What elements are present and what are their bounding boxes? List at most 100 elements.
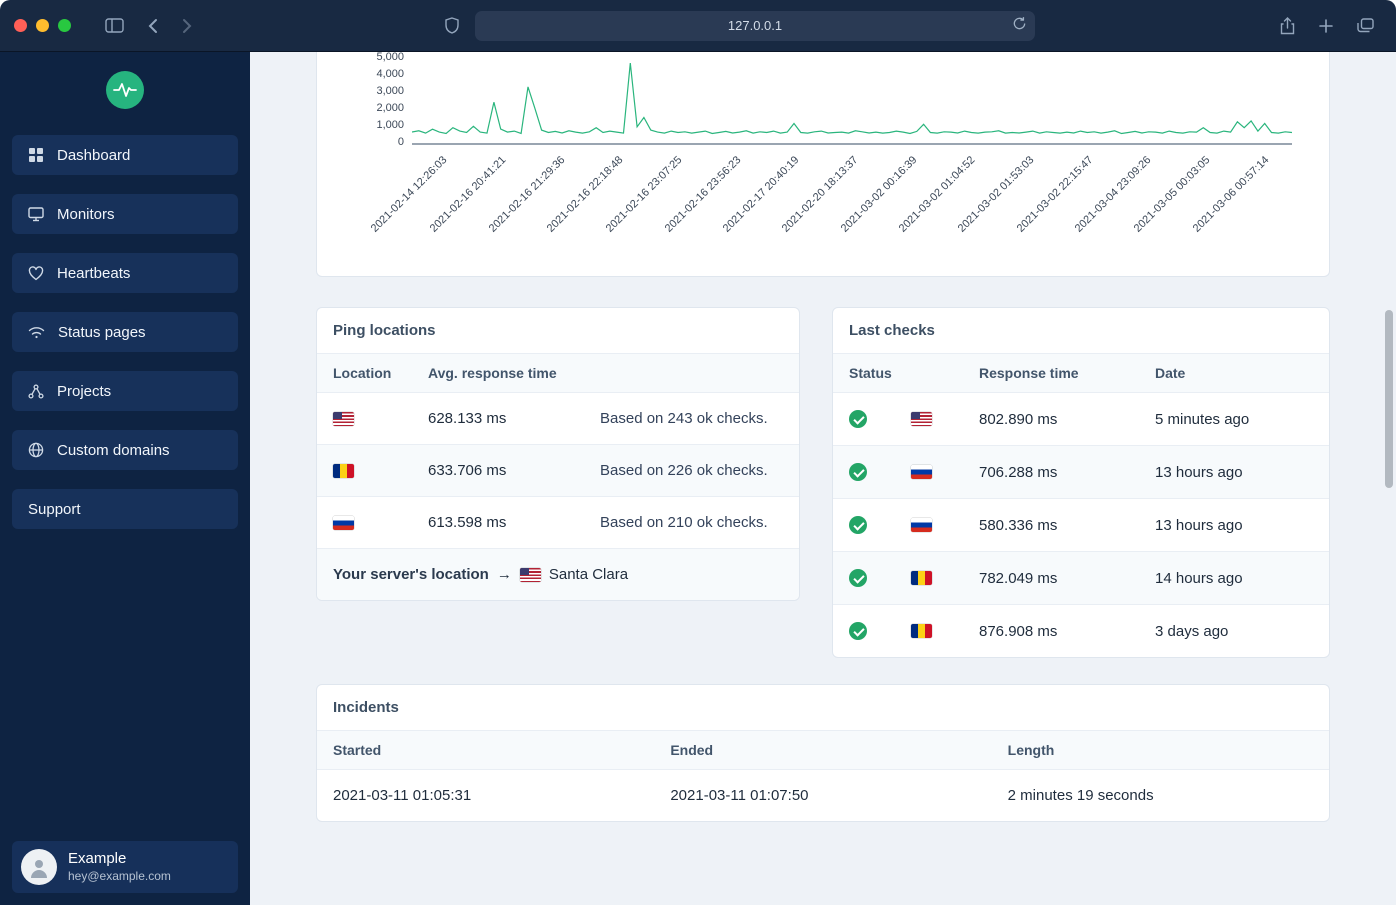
chart-plot: 0 1,000 2,000 3,000 4,000 5,000 2021-02-14 12… bbox=[369, 52, 1292, 264]
incident-started: 2021-03-11 01:05:31 bbox=[317, 769, 655, 822]
table-header-row: Location Avg. response time bbox=[317, 354, 799, 393]
check-date: 3 days ago bbox=[1139, 604, 1329, 658]
column-header-date: Date bbox=[1139, 354, 1329, 393]
sidebar-item-label: Support bbox=[28, 500, 81, 518]
browser-chrome: 127.0.0.1 bbox=[0, 0, 1396, 52]
address-bar[interactable]: 127.0.0.1 bbox=[475, 10, 1035, 41]
table-row: 782.049 ms 14 hours ago bbox=[833, 551, 1329, 605]
ping-locations-card: Ping locations Location Avg. response ti… bbox=[316, 307, 800, 601]
ping-locations-title: Ping locations bbox=[317, 308, 799, 354]
check-date: 14 hours ago bbox=[1139, 551, 1329, 605]
app-logo[interactable] bbox=[106, 71, 144, 109]
column-header-avg-response-time: Avg. response time bbox=[412, 354, 799, 393]
column-header-ended: Ended bbox=[654, 731, 992, 770]
sidebar-item-support[interactable]: Support bbox=[12, 489, 238, 529]
wifi-icon bbox=[28, 326, 45, 339]
sidebar-item-projects[interactable]: Projects bbox=[12, 371, 238, 411]
sidebar-item-label: Monitors bbox=[57, 205, 115, 223]
table-row: 633.706 ms Based on 226 ok checks. bbox=[317, 444, 799, 497]
ru-flag-icon bbox=[333, 516, 354, 531]
ro-flag-icon bbox=[911, 571, 932, 586]
user-menu[interactable]: Example hey@example.com bbox=[12, 841, 238, 893]
response-time: 876.908 ms bbox=[963, 604, 1139, 658]
incidents-table: Started Ended Length 2021-03-11 01:05:31… bbox=[317, 731, 1329, 822]
sidebar-item-heartbeats[interactable]: Heartbeats bbox=[12, 253, 238, 293]
checks-note: Based on 226 ok checks. bbox=[584, 444, 799, 497]
globe-icon bbox=[28, 442, 44, 458]
zoom-window-button[interactable] bbox=[58, 19, 71, 32]
cards-row: Ping locations Location Avg. response ti… bbox=[316, 307, 1330, 659]
sidebar-item-label: Custom domains bbox=[57, 441, 170, 459]
chevron-left-icon bbox=[148, 18, 157, 33]
chart-line bbox=[412, 63, 1292, 135]
column-header-length: Length bbox=[991, 731, 1329, 770]
grid-icon bbox=[28, 147, 44, 163]
incident-ended: 2021-03-11 01:07:50 bbox=[654, 769, 992, 822]
table-row: 802.890 ms 5 minutes ago bbox=[833, 391, 1329, 446]
person-icon bbox=[31, 860, 47, 878]
tab-overview-button[interactable] bbox=[1349, 14, 1382, 37]
sidebar-item-label: Dashboard bbox=[57, 146, 131, 164]
sidebar-item-dashboard[interactable]: Dashboard bbox=[12, 135, 238, 175]
arrow-right-icon: → bbox=[496, 566, 512, 583]
checks-note: Based on 210 ok checks. bbox=[584, 496, 799, 548]
scrollbar-thumb[interactable] bbox=[1385, 310, 1393, 488]
y-tick-label: 5,000 bbox=[376, 52, 404, 63]
traffic-lights bbox=[14, 19, 71, 32]
new-tab-button[interactable] bbox=[1311, 15, 1341, 37]
ro-flag-icon bbox=[333, 464, 354, 479]
shield-icon bbox=[445, 17, 459, 34]
sidebar-toggle-icon bbox=[105, 18, 124, 33]
table-row: 876.908 ms 3 days ago bbox=[833, 604, 1329, 658]
share-button[interactable] bbox=[1272, 13, 1303, 39]
browser-window: 127.0.0.1 Dashboard Monitors Heartbeats … bbox=[0, 0, 1396, 905]
column-header-started: Started bbox=[317, 731, 655, 770]
column-header-location: Location bbox=[317, 354, 412, 393]
response-time: 580.336 ms bbox=[963, 498, 1139, 552]
heart-icon bbox=[28, 265, 44, 281]
sidebar-item-label: Projects bbox=[57, 382, 112, 400]
response-time: 706.288 ms bbox=[963, 445, 1139, 499]
reload-button[interactable] bbox=[1010, 14, 1029, 36]
table-header-row: Status Response time Date bbox=[833, 354, 1329, 393]
last-checks-title: Last checks bbox=[833, 308, 1329, 354]
monitor-icon bbox=[28, 206, 44, 222]
back-button[interactable] bbox=[140, 14, 166, 38]
incidents-card: Incidents Started Ended Length 2021-03-1… bbox=[316, 684, 1330, 823]
sidebar: Dashboard Monitors Heartbeats Status pag… bbox=[0, 52, 250, 905]
sidebar-item-label: Status pages bbox=[58, 323, 146, 341]
column-header-status: Status bbox=[833, 354, 963, 393]
ok-check-icon bbox=[849, 516, 867, 535]
table-row: 2021-03-11 01:05:31 2021-03-11 01:07:50 … bbox=[317, 769, 1329, 822]
us-flag-icon bbox=[519, 567, 541, 582]
server-location-label: Your server's location bbox=[333, 566, 489, 583]
incident-length: 2 minutes 19 seconds bbox=[991, 769, 1329, 822]
sidebar-item-status-pages[interactable]: Status pages bbox=[12, 312, 238, 352]
avg-response-time: 628.133 ms bbox=[412, 392, 584, 445]
minimize-window-button[interactable] bbox=[36, 19, 49, 32]
us-flag-icon bbox=[333, 412, 354, 427]
sidebar-item-label: Heartbeats bbox=[57, 264, 131, 282]
user-email: hey@example.com bbox=[68, 868, 171, 883]
sidebar-item-monitors[interactable]: Monitors bbox=[12, 194, 238, 234]
y-tick-label: 1,000 bbox=[376, 119, 404, 131]
user-name: Example bbox=[68, 850, 127, 868]
response-time-chart-card: 0 1,000 2,000 3,000 4,000 5,000 2021-02-14 12… bbox=[316, 52, 1330, 277]
url-text: 127.0.0.1 bbox=[727, 18, 783, 33]
chevron-right-icon bbox=[183, 18, 192, 33]
y-tick-label: 4,000 bbox=[376, 68, 404, 80]
forward-button[interactable] bbox=[174, 14, 200, 38]
sidebar-item-custom-domains[interactable]: Custom domains bbox=[12, 430, 238, 470]
close-window-button[interactable] bbox=[14, 19, 27, 32]
check-date: 13 hours ago bbox=[1139, 498, 1329, 552]
us-flag-icon bbox=[911, 412, 932, 427]
checks-note: Based on 243 ok checks. bbox=[584, 392, 799, 445]
last-checks-card: Last checks Status Response time Date 80… bbox=[832, 307, 1330, 659]
table-row: 706.288 ms 13 hours ago bbox=[833, 445, 1329, 499]
ru-flag-icon bbox=[911, 465, 932, 480]
y-tick-label: 0 bbox=[397, 136, 404, 148]
sidebar-toggle-button[interactable] bbox=[97, 14, 132, 37]
privacy-shield-button[interactable] bbox=[437, 13, 467, 38]
share-icon bbox=[1280, 16, 1295, 34]
avg-response-time: 613.598 ms bbox=[412, 496, 584, 548]
